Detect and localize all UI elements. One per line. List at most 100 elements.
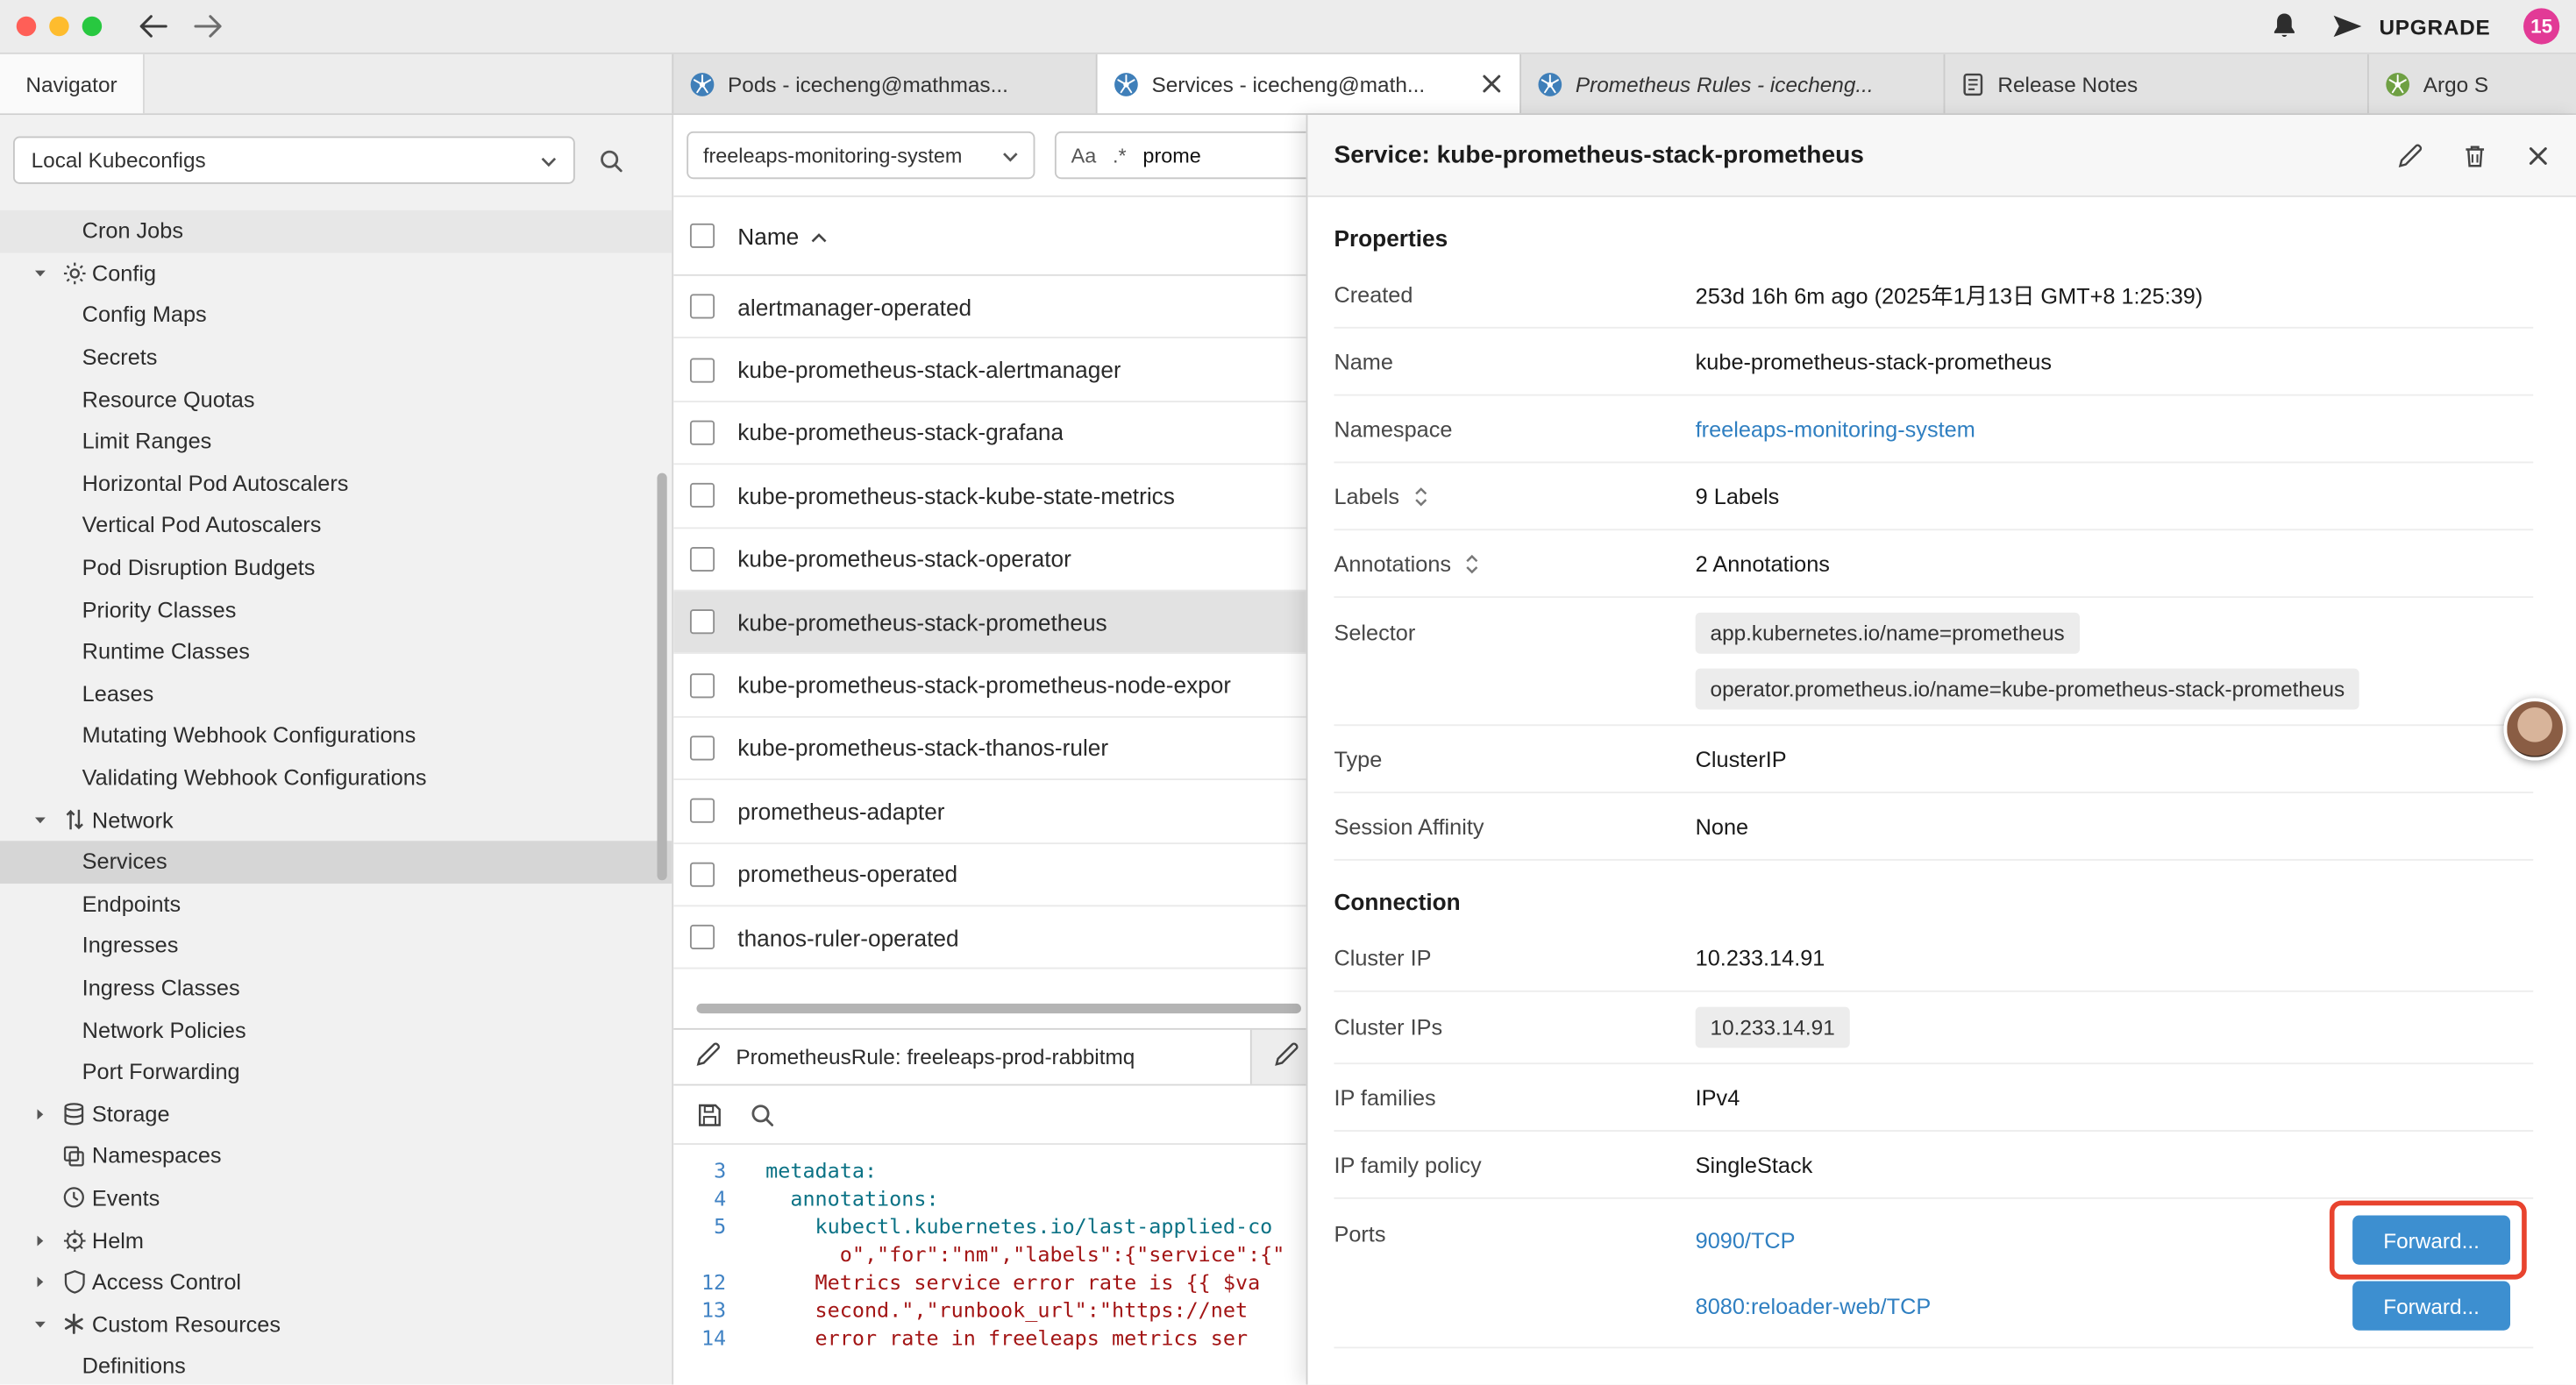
back-icon[interactable] [138,15,167,38]
sidebar-item-network-policies[interactable]: Network Policies [0,1009,672,1051]
sidebar-item-storage[interactable]: Storage [0,1093,672,1135]
sidebar-item-endpoints[interactable]: Endpoints [0,883,672,925]
chevron-down-icon[interactable] [0,1317,56,1332]
chevron-right-icon[interactable] [0,1106,56,1121]
table-row-alertmanager-operated[interactable]: alertmanager-operated [673,276,1306,339]
table-row-prometheus-adapter[interactable]: prometheus-adapter [673,780,1306,843]
row-checkbox[interactable] [690,421,715,445]
sidebar-item-network[interactable]: Network [0,799,672,841]
forward-button[interactable]: Forward... [2352,1216,2510,1265]
sidebar-item-resource-quotas[interactable]: Resource Quotas [0,379,672,421]
sidebar-item-namespaces[interactable]: Namespaces [0,1135,672,1177]
save-icon[interactable] [696,1101,722,1127]
row-checkbox[interactable] [690,546,715,571]
match-case-toggle[interactable]: Aa [1071,144,1097,167]
forward-button[interactable]: Forward... [2352,1281,2510,1330]
expand-toggle-icon[interactable] [1464,551,1481,576]
sidebar-item-validating-webhook-configurations[interactable]: Validating Webhook Configurations [0,756,672,799]
tab-argo-s[interactable]: Argo S [2369,54,2576,113]
tab-services-icecheng-math[interactable]: Services - icecheng@math... [1098,54,1521,113]
close-drawer-icon[interactable] [2527,144,2550,167]
user-avatar[interactable] [2504,698,2566,760]
chevron-down-icon[interactable] [0,813,56,827]
row-checkbox[interactable] [690,862,715,886]
close-tab-icon[interactable] [1480,72,1503,95]
namespace-link[interactable]: freeleaps-monitoring-system [1696,416,1975,441]
sidebar-item-custom-resources[interactable]: Custom Resources [0,1303,672,1346]
sidebar-item-limit-ranges[interactable]: Limit Ranges [0,421,672,463]
expand-toggle-icon[interactable] [1413,484,1429,508]
namespace-filter-select[interactable]: freeleaps-monitoring-system [687,131,1035,179]
chevron-right-icon[interactable] [0,1275,56,1289]
sidebar-item-secrets[interactable]: Secrets [0,337,672,379]
regex-toggle[interactable]: .* [1113,144,1127,167]
table-row-prometheus-operated[interactable]: prometheus-operated [673,843,1306,906]
line-number: 14 [673,1324,745,1352]
sidebar-item-pod-disruption-budgets[interactable]: Pod Disruption Budgets [0,546,672,588]
sidebar-item-horizontal-pod-autoscalers[interactable]: Horizontal Pod Autoscalers [0,463,672,505]
table-row-kube-prometheus-stack-grafana[interactable]: kube-prometheus-stack-grafana [673,402,1306,465]
search-input[interactable]: Aa .* prome [1055,131,1306,179]
row-checkbox[interactable] [690,735,715,760]
notifications-bell-icon[interactable] [2271,11,2299,41]
table-row-kube-prometheus-stack-prometheus-node-expor[interactable]: kube-prometheus-stack-prometheus-node-ex… [673,654,1306,717]
select-all-checkbox[interactable] [690,224,715,248]
notification-count-badge[interactable]: 15 [2523,8,2559,44]
sidebar-search-icon[interactable] [598,147,624,174]
table-row-kube-prometheus-stack-thanos-ruler[interactable]: kube-prometheus-stack-thanos-ruler [673,717,1306,780]
minimize-window-button[interactable] [49,17,68,36]
sidebar-item-leases[interactable]: Leases [0,672,672,714]
sidebar-scrollbar[interactable] [657,473,666,881]
table-row-kube-prometheus-stack-alertmanager[interactable]: kube-prometheus-stack-alertmanager [673,339,1306,402]
maximize-window-button[interactable] [82,17,102,36]
close-window-button[interactable] [17,17,36,36]
row-checkbox[interactable] [690,295,715,319]
tab-prometheus-rules-icecheng[interactable]: Prometheus Rules - icecheng... [1521,54,1945,113]
row-checkbox[interactable] [690,484,715,508]
row-checkbox[interactable] [690,799,715,823]
chevron-right-icon[interactable] [0,1232,56,1247]
sidebar-item-mutating-webhook-configurations[interactable]: Mutating Webhook Configurations [0,714,672,756]
sidebar-item-helm[interactable]: Helm [0,1219,672,1261]
table-row-thanos-ruler-operated[interactable]: thanos-ruler-operated [673,906,1306,970]
navigator-tab[interactable]: Navigator [0,54,145,113]
row-checkbox[interactable] [690,358,715,382]
row-checkbox[interactable] [690,672,715,697]
horizontal-scrollbar[interactable] [696,1004,1301,1013]
sidebar-item-config[interactable]: Config [0,252,672,295]
tab-pods-icecheng-mathmas[interactable]: Pods - icecheng@mathmas... [673,54,1097,113]
sidebar-item-ingresses[interactable]: Ingresses [0,925,672,967]
sidebar-item-cron-jobs[interactable]: Cron Jobs [0,210,672,252]
upgrade-button[interactable]: UPGRADE [2331,13,2490,39]
delete-service-icon[interactable] [2463,142,2487,168]
helm-icon [56,1228,92,1253]
chevron-down-icon[interactable] [0,266,56,281]
sidebar-item-port-forwarding[interactable]: Port Forwarding [0,1051,672,1093]
editor-search-icon[interactable] [749,1101,775,1127]
sidebar-item-label: Limit Ranges [82,430,212,454]
row-checkbox[interactable] [690,925,715,949]
kubeconfig-selector[interactable]: Local Kubeconfigs [13,137,575,184]
tab-release-notes[interactable]: Release Notes [1945,54,2368,113]
edit-service-icon[interactable] [2397,142,2423,168]
port-link[interactable]: 9090/TCP [1696,1228,1796,1253]
table-row-kube-prometheus-stack-kube-state-metrics[interactable]: kube-prometheus-stack-kube-state-metrics [673,465,1306,529]
forward-icon[interactable] [194,15,224,38]
sidebar-item-priority-classes[interactable]: Priority Classes [0,588,672,630]
sidebar-item-services[interactable]: Services [0,841,672,883]
row-checkbox[interactable] [690,609,715,634]
port-link[interactable]: 8080:reloader-web/TCP [1696,1294,1932,1318]
dock-tab-partial[interactable] [1252,1030,1306,1084]
dock-tab-prometheusrule[interactable]: PrometheusRule: freeleaps-prod-rabbitmq [673,1030,1252,1084]
sidebar-item-events[interactable]: Events [0,1177,672,1219]
sidebar-item-runtime-classes[interactable]: Runtime Classes [0,630,672,672]
sidebar-item-access-control[interactable]: Access Control [0,1261,672,1303]
yaml-editor[interactable]: 3metadata:4 annotations:5 kubectl.kubern… [673,1145,1306,1385]
sidebar-item-definitions[interactable]: Definitions [0,1346,672,1385]
sidebar-item-config-maps[interactable]: Config Maps [0,295,672,337]
sidebar-item-ingress-classes[interactable]: Ingress Classes [0,967,672,1009]
sidebar-item-vertical-pod-autoscalers[interactable]: Vertical Pod Autoscalers [0,505,672,547]
table-row-kube-prometheus-stack-prometheus[interactable]: kube-prometheus-stack-prometheus [673,591,1306,654]
table-row-kube-prometheus-stack-operator[interactable]: kube-prometheus-stack-operator [673,529,1306,592]
name-column-header[interactable]: Name [737,223,829,249]
